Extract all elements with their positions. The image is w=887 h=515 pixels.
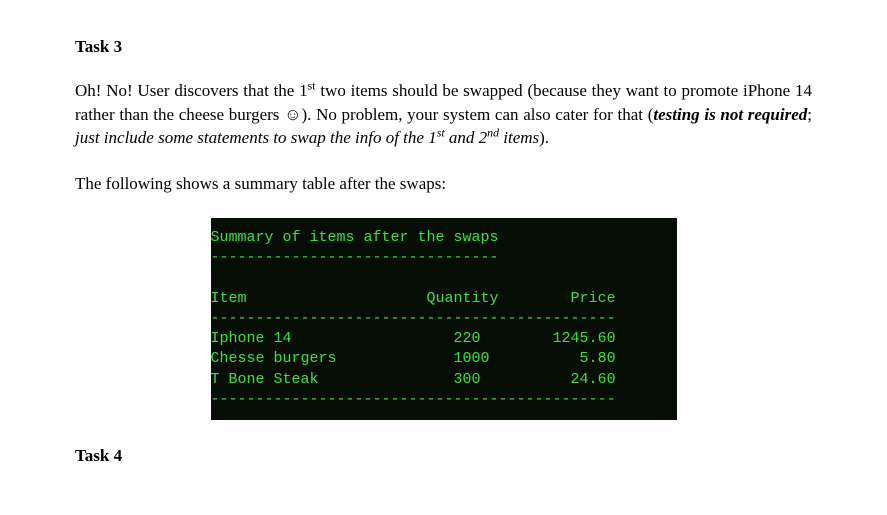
emphasis-bold-italic: testing is not required xyxy=(653,105,807,124)
text: Oh! No! User discovers that the 1 xyxy=(75,81,308,100)
task4-heading: Task 4 xyxy=(75,444,812,468)
terminal-divider: ----------------------------------------… xyxy=(211,391,616,408)
text: ). xyxy=(539,128,549,147)
terminal-divider: ----------------------------------------… xyxy=(211,310,616,327)
text: and 2 xyxy=(445,128,488,147)
text: ). No problem, your system can also cate… xyxy=(301,105,653,124)
superscript-nd: nd xyxy=(487,126,499,140)
terminal-divider: -------------------------------- xyxy=(211,249,499,266)
table-row: Chesse burgers 1000 5.80 xyxy=(211,350,616,367)
task3-paragraph-2: The following shows a summary table afte… xyxy=(75,172,812,196)
text: just include some statements to swap the… xyxy=(75,128,437,147)
terminal-output: Summary of items after the swaps -------… xyxy=(211,218,677,420)
superscript-st: st xyxy=(437,126,445,140)
smiley-icon: ☺ xyxy=(284,105,301,124)
superscript-st: st xyxy=(308,78,316,92)
terminal-header: Item Quantity Price xyxy=(211,290,616,307)
text: ; xyxy=(807,105,812,124)
emphasis-italic: just include some statements to swap the… xyxy=(75,128,539,147)
text: items xyxy=(499,128,539,147)
task3-heading: Task 3 xyxy=(75,35,812,59)
terminal-title: Summary of items after the swaps xyxy=(211,229,499,246)
task3-paragraph-1: Oh! No! User discovers that the 1st two … xyxy=(75,79,812,150)
table-row: Iphone 14 220 1245.60 xyxy=(211,330,616,347)
table-row: T Bone Steak 300 24.60 xyxy=(211,371,616,388)
